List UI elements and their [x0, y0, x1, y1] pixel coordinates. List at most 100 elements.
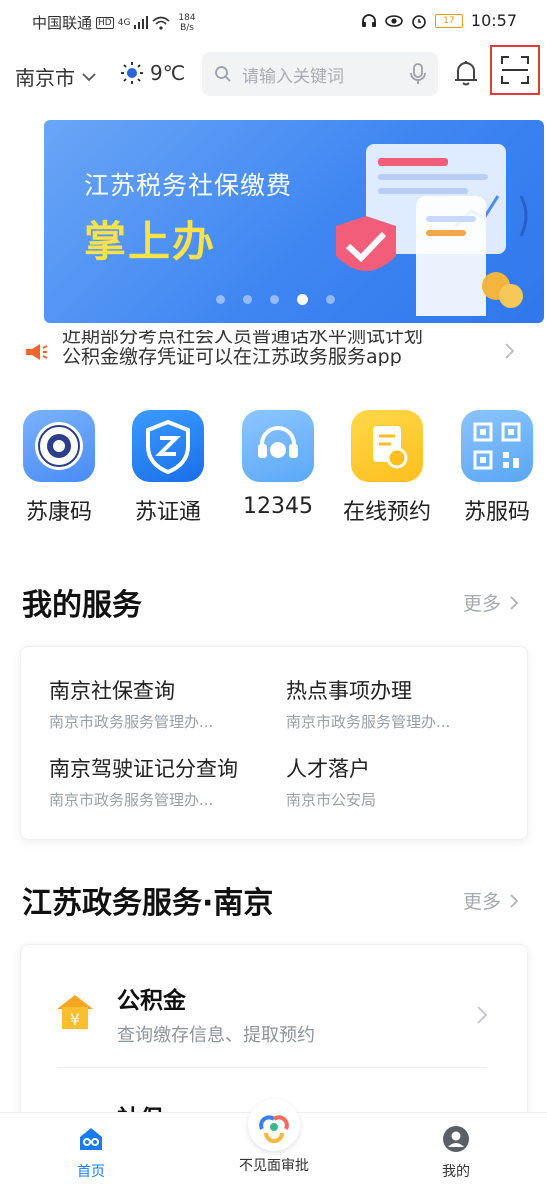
- quick-link-label: 12345: [243, 494, 313, 519]
- service-dept: 南京市政务服务管理办...: [49, 713, 214, 731]
- bell-icon[interactable]: [452, 58, 480, 88]
- carrier-name: 中国联通: [32, 14, 93, 32]
- microphone-icon[interactable]: [410, 63, 426, 85]
- top-header: 南京市 9℃ 请输入关键词: [0, 45, 547, 100]
- quick-link-label: 苏服码: [463, 500, 530, 525]
- net-speed-value: 184: [178, 12, 196, 23]
- service-item[interactable]: 人才落户 南京市公安局: [286, 753, 376, 810]
- network-type: 4G: [117, 17, 131, 28]
- gov-service-sub: 查询缴存信息、提取预约: [117, 1025, 315, 1046]
- quick-link-12345[interactable]: 12345: [228, 410, 328, 519]
- quick-link-sufuma[interactable]: 苏服码: [447, 410, 547, 526]
- my-services-title: 我的服务: [22, 588, 142, 623]
- eye-icon: [385, 14, 403, 27]
- banner-title: 江苏税务社保缴费: [84, 171, 293, 200]
- status-left: 中国联通 HD 4G 184 B/s: [32, 12, 196, 33]
- status-bar: 中国联通 HD 4G 184 B/s 17 10:57: [0, 0, 547, 40]
- more-label: 更多: [462, 891, 501, 913]
- notice-text: 近期部分考点社会人员普通话水平测试计划 公积金缴存凭证可以在江苏政务服务app: [62, 330, 423, 366]
- notice-line-1: 近期部分考点社会人员普通话水平测试计划: [62, 330, 424, 347]
- bottom-nav: 首页 不见面审批 我的: [0, 1099, 547, 1186]
- signal-icon: [134, 16, 149, 29]
- user-avatar-icon: [443, 1126, 469, 1152]
- status-right: 17 10:57: [361, 11, 517, 30]
- battery-icon: 17: [434, 13, 463, 28]
- gov-services-more-link[interactable]: 更多: [463, 887, 519, 914]
- promo-banner[interactable]: 江苏税务社保缴费 掌上办: [44, 120, 544, 323]
- nav-mine[interactable]: 我的: [396, 1125, 516, 1181]
- service-item[interactable]: 热点事项办理 南京市政务服务管理办...: [286, 675, 450, 732]
- pager-dot[interactable]: [326, 295, 335, 304]
- pager-dot[interactable]: [243, 295, 252, 304]
- banner-headline: 掌上办: [84, 217, 217, 266]
- pager-dot[interactable]: [270, 295, 279, 304]
- banner-pager[interactable]: [216, 294, 335, 305]
- notice-ticker[interactable]: 近期部分考点社会人员普通话水平测试计划 公积金缴存凭证可以在江苏政务服务app: [0, 330, 547, 366]
- center-logo-icon[interactable]: [248, 1099, 300, 1151]
- net-speed-unit: B/s: [180, 22, 194, 33]
- weather-widget[interactable]: 9℃: [120, 61, 185, 85]
- service-dept: 南京市公安局: [286, 791, 377, 809]
- clock-time: 10:57: [470, 11, 517, 30]
- search-input[interactable]: 请输入关键词: [202, 52, 438, 96]
- service-name: 人才落户: [286, 757, 370, 781]
- chevron-down-icon: [82, 72, 96, 81]
- pager-dot-active[interactable]: [297, 294, 308, 305]
- service-dept: 南京市政务服务管理办...: [286, 713, 451, 731]
- megaphone-icon: [26, 344, 48, 360]
- home-logo-icon: [80, 1128, 102, 1150]
- service-name: 南京社保查询: [49, 679, 175, 703]
- nav-label: 首页: [77, 1164, 105, 1180]
- nav-label: 我的: [442, 1164, 470, 1180]
- nav-label: 不见面审批: [239, 1158, 309, 1174]
- my-services-more-link[interactable]: 更多: [463, 589, 519, 616]
- scan-button[interactable]: [490, 45, 540, 95]
- house-yuan-icon: ¥: [57, 995, 93, 1029]
- nav-home[interactable]: 首页: [31, 1125, 151, 1181]
- quick-link-label: 在线预约: [342, 500, 431, 525]
- row-divider: [57, 1067, 487, 1068]
- gov-services-title: 江苏政务服务·南京: [22, 886, 274, 921]
- hd-badge: HD: [96, 16, 114, 29]
- quick-link-label: 苏证通: [134, 500, 201, 525]
- service-dept: 南京市政务服务管理办...: [49, 791, 214, 809]
- net-speed: 184 B/s: [178, 13, 195, 33]
- sukang-emblem-icon: [23, 410, 95, 482]
- suzheng-shield-icon: [132, 410, 204, 482]
- quick-link-appointment[interactable]: 在线预约: [337, 410, 437, 526]
- pager-dot[interactable]: [216, 295, 225, 304]
- service-item[interactable]: 南京社保查询 南京市政务服务管理办...: [49, 675, 213, 732]
- qr-code-icon: [461, 410, 533, 482]
- svg-text:¥: ¥: [70, 1010, 80, 1029]
- quick-link-sukangma[interactable]: 苏康码: [9, 410, 109, 526]
- gov-service-title: 公积金: [117, 988, 186, 1014]
- quick-link-label: 苏康码: [25, 500, 92, 525]
- headphone-icon: [361, 14, 376, 27]
- chevron-right-icon: [510, 893, 519, 908]
- service-name: 热点事项办理: [286, 679, 412, 703]
- city-name: 南京市: [15, 66, 75, 90]
- gov-service-row[interactable]: ¥ 公积金 查询缴存信息、提取预约: [21, 967, 527, 1067]
- my-services-card: 南京社保查询 南京市政务服务管理办... 热点事项办理 南京市政务服务管理办..…: [20, 646, 528, 840]
- search-icon: [215, 66, 231, 82]
- scan-icon: [501, 56, 529, 84]
- temperature: 9℃: [150, 61, 186, 85]
- nav-approval[interactable]: 不见面审批: [214, 1151, 334, 1175]
- quick-link-suzhengtong[interactable]: 苏证通: [118, 410, 218, 526]
- banner-illustration: [336, 144, 528, 316]
- appointment-doc-icon: [351, 410, 423, 482]
- alarm-icon: [412, 14, 426, 29]
- sun-icon: [121, 62, 143, 84]
- chevron-right-icon: [477, 1006, 488, 1024]
- notice-line-2: 公积金缴存凭证可以在江苏政务服务app: [62, 346, 402, 367]
- service-name: 南京驾驶证记分查询: [49, 757, 238, 781]
- wifi-icon: [152, 16, 170, 30]
- search-placeholder: 请输入关键词: [242, 66, 344, 87]
- hotline-headset-icon: [242, 410, 314, 482]
- city-selector[interactable]: 南京市: [15, 62, 97, 91]
- chevron-right-icon: [505, 343, 515, 359]
- quick-links: 苏康码 苏证通 12345 在线预约 苏服码: [0, 410, 547, 530]
- chevron-right-icon: [510, 595, 519, 610]
- more-label: 更多: [462, 593, 501, 615]
- service-item[interactable]: 南京驾驶证记分查询 南京市政务服务管理办...: [49, 753, 238, 810]
